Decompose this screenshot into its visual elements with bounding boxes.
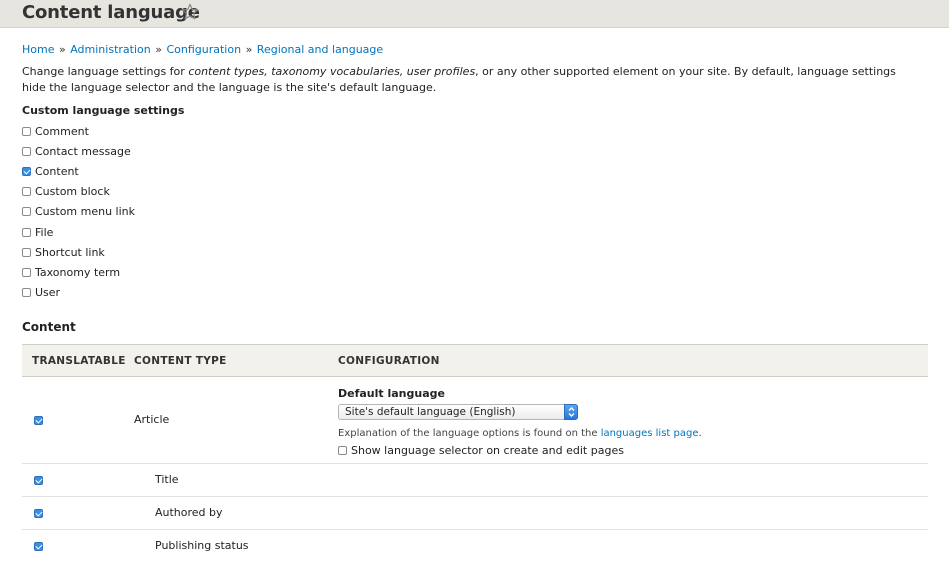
setting-user[interactable]: User (22, 285, 60, 299)
select-value: Site's default language (English) (345, 406, 516, 418)
language-help-text: Explanation of the language options is f… (338, 427, 702, 440)
help-text: Explanation of the language options is f… (338, 428, 601, 439)
checkbox[interactable] (22, 206, 31, 216)
breadcrumb-separator: » (58, 43, 66, 56)
table-row-article: Article Default language Site's default … (22, 377, 928, 464)
setting-custom-block[interactable]: Custom block (22, 184, 110, 198)
page-header: Content language (0, 0, 949, 28)
checkbox-label[interactable]: Shortcut link (35, 246, 105, 259)
column-header-translatable: TRANSLATABLE (32, 355, 126, 367)
setting-taxonomy-term[interactable]: Taxonomy term (22, 265, 120, 279)
show-language-selector-option[interactable]: Show language selector on create and edi… (338, 443, 624, 457)
checkbox-label[interactable]: Taxonomy term (35, 266, 120, 279)
translatable-checkbox[interactable] (34, 542, 43, 551)
translatable-checkbox[interactable] (34, 476, 43, 485)
table-header: TRANSLATABLE CONTENT TYPE CONFIGURATION (22, 344, 928, 377)
column-header-content-type: CONTENT TYPE (134, 355, 227, 367)
checkbox-label[interactable]: Contact message (35, 145, 131, 158)
breadcrumb-configuration[interactable]: Configuration (166, 43, 241, 56)
checkbox[interactable] (22, 267, 31, 277)
field-label: Publishing status (155, 539, 249, 552)
table-row-field-authored-by: Authored by (22, 497, 928, 530)
custom-language-settings-label: Custom language settings (22, 104, 185, 117)
default-language-select[interactable]: Site's default language (English) (338, 404, 578, 420)
checkbox[interactable] (22, 186, 31, 196)
checkbox-label[interactable]: Comment (35, 125, 89, 138)
setting-custom-menu-link[interactable]: Custom menu link (22, 204, 135, 218)
setting-shortcut-link[interactable]: Shortcut link (22, 245, 105, 259)
content-section-heading: Content (22, 320, 76, 334)
table-row-field-publishing-status: Publishing status (22, 530, 928, 563)
languages-list-page-link[interactable]: languages list page (601, 428, 699, 439)
breadcrumb-administration[interactable]: Administration (70, 43, 151, 56)
setting-contact-message[interactable]: Contact message (22, 144, 131, 158)
checkbox[interactable] (22, 146, 31, 156)
checkbox-label[interactable]: Content (35, 165, 79, 178)
translatable-checkbox[interactable] (34, 509, 43, 518)
breadcrumb-regional-and-language[interactable]: Regional and language (257, 43, 383, 56)
star-outline-icon[interactable] (181, 3, 199, 21)
table-row-field-title: Title (22, 464, 928, 497)
default-language-label: Default language (338, 387, 445, 400)
help-text-end: . (698, 428, 702, 439)
page-description: Change language settings for content typ… (22, 64, 922, 96)
checkbox-label[interactable]: File (35, 226, 53, 239)
breadcrumb: Home » Administration » Configuration » … (22, 43, 383, 57)
description-part1: Change language settings for (22, 65, 189, 78)
setting-file[interactable]: File (22, 225, 53, 239)
show-language-selector-label[interactable]: Show language selector on create and edi… (351, 444, 624, 457)
setting-comment[interactable]: Comment (22, 124, 89, 138)
checkbox-label[interactable]: Custom block (35, 185, 110, 198)
breadcrumb-home[interactable]: Home (22, 43, 54, 56)
column-header-configuration: CONFIGURATION (338, 355, 440, 367)
setting-content[interactable]: Content (22, 164, 79, 178)
checkbox[interactable] (22, 126, 31, 136)
checkbox[interactable] (22, 287, 31, 297)
checkbox[interactable] (338, 445, 347, 455)
checkbox[interactable] (22, 247, 31, 257)
breadcrumb-separator: » (155, 43, 162, 56)
checkbox-label[interactable]: Custom menu link (35, 205, 135, 218)
description-emphasis: content types, taxonomy vocabularies, us… (188, 65, 476, 78)
checkbox[interactable] (22, 227, 31, 237)
content-type-label: Article (134, 413, 170, 426)
checkbox-label[interactable]: User (35, 286, 60, 299)
breadcrumb-separator: » (245, 43, 253, 56)
translatable-checkbox[interactable] (34, 416, 43, 425)
field-label: Authored by (155, 506, 223, 519)
select-arrows-icon[interactable] (564, 404, 578, 420)
checkbox-checked[interactable] (22, 166, 31, 176)
field-label: Title (155, 473, 179, 486)
page-title: Content language (22, 2, 200, 23)
